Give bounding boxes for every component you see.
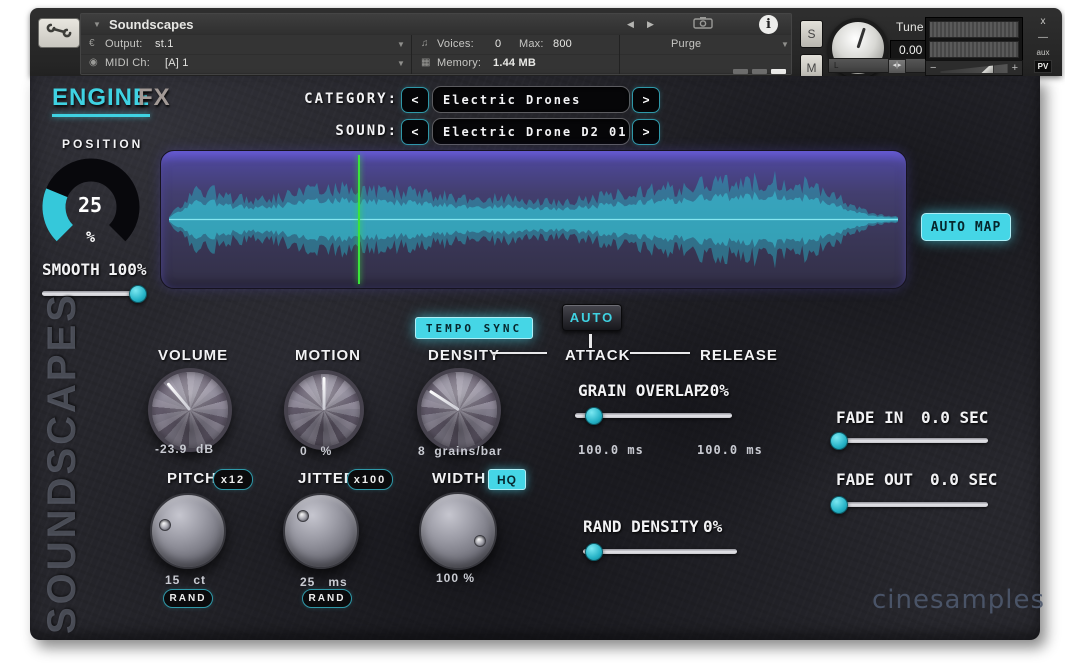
sound-prev-button[interactable]: < (401, 119, 429, 145)
width-knob-label: WIDTH (432, 470, 486, 487)
motion-knob-pointer (323, 377, 326, 410)
motion-value: 0 % (300, 444, 332, 458)
release-label: RELEASE (700, 347, 778, 364)
fade-in-value: 0.0 SEC (921, 408, 988, 427)
category-next-button[interactable]: > (632, 87, 660, 113)
pitch-range-badge[interactable]: x12 (213, 469, 253, 490)
volume-knob-label: VOLUME (158, 347, 228, 364)
tab-engine[interactable]: ENGINE (52, 84, 150, 117)
volume-knob[interactable] (148, 368, 232, 452)
auto-tick (589, 334, 592, 348)
sound-label: SOUND: (250, 123, 398, 139)
fade-out-slider[interactable] (836, 502, 988, 507)
soundscapes-window: ▼ Soundscapes ◀ ▶ € Output: st.1 ▼ ♫ Voi… (0, 0, 1065, 663)
hq-toggle-badge[interactable]: HQ (488, 469, 526, 490)
width-value: 100 % (436, 571, 475, 585)
grain-overlap-handle[interactable] (585, 407, 603, 425)
fade-out-value: 0.0 SEC (930, 470, 997, 489)
fade-in-label: FADE IN (836, 408, 903, 427)
density-knob-pointer (429, 390, 460, 412)
rand-density-slider[interactable] (583, 549, 737, 554)
waveform-display[interactable] (160, 150, 907, 289)
side-brand-text: SOUNDSCAPES (40, 322, 85, 634)
grain-overlap-slider[interactable] (575, 413, 732, 418)
width-knob[interactable] (419, 492, 497, 570)
attack-value: 100.0 ms (578, 443, 644, 457)
position-value: 25 (78, 193, 102, 217)
motion-knob-label: MOTION (295, 347, 361, 364)
volume-value: -23.9 dB (155, 442, 214, 456)
fade-out-label: FADE OUT (836, 470, 913, 489)
category-dropdown[interactable]: Electric Drones (432, 86, 630, 113)
tempo-sync-button[interactable]: TEMPO SYNC (415, 317, 533, 339)
pitch-knob[interactable] (150, 493, 226, 569)
fade-in-handle[interactable] (830, 432, 848, 450)
position-unit: % (86, 228, 95, 246)
pitch-value: 15 ct (165, 573, 206, 587)
density-attack-line (492, 352, 547, 354)
volume-knob-pointer (166, 382, 191, 411)
pitch-knob-label: PITCH (167, 470, 217, 487)
jitter-rand-button[interactable]: RAND (302, 589, 352, 608)
density-knob[interactable] (417, 368, 501, 452)
cinesamples-logo: cinesamples (872, 585, 1045, 615)
fade-out-handle[interactable] (830, 496, 848, 514)
density-value: 8 grains/bar (418, 444, 502, 458)
rand-density-label: RAND DENSITY (583, 517, 699, 536)
pitch-rand-button[interactable]: RAND (163, 589, 213, 608)
auto-map-button[interactable]: AUTO MAP (921, 213, 1011, 241)
jitter-value: 25 ms (300, 575, 348, 589)
fade-in-slider[interactable] (836, 438, 988, 443)
motion-knob[interactable] (284, 370, 364, 450)
attack-label: ATTACK (565, 347, 630, 364)
position-label: POSITION (62, 137, 143, 151)
rand-density-value: 0% (703, 517, 722, 536)
rand-density-handle[interactable] (585, 543, 603, 561)
grain-overlap-label: GRAIN OVERLAP (578, 381, 703, 400)
auto-attack-button[interactable]: AUTO (562, 304, 622, 331)
smooth-value: 100% (108, 260, 147, 279)
release-value: 100.0 ms (697, 443, 763, 457)
sound-next-button[interactable]: > (632, 119, 660, 145)
category-label: CATEGORY: (250, 91, 398, 107)
playhead-line[interactable] (358, 155, 360, 284)
smooth-label: SMOOTH (42, 260, 100, 279)
tab-fx[interactable]: FX (138, 84, 171, 112)
jitter-knob-dot (297, 510, 309, 522)
waveform-svg (161, 151, 906, 288)
tab-engine-underline (52, 114, 150, 117)
sound-dropdown[interactable]: Electric Drone D2 01 (432, 118, 630, 145)
width-knob-dot (474, 535, 486, 547)
density-knob-label: DENSITY (428, 347, 500, 364)
smooth-slider-handle[interactable] (129, 285, 147, 303)
pitch-knob-dot (159, 519, 171, 531)
jitter-knob[interactable] (283, 493, 359, 569)
category-prev-button[interactable]: < (401, 87, 429, 113)
attack-release-line (630, 352, 690, 354)
grain-overlap-value: 20% (700, 381, 729, 400)
jitter-range-badge[interactable]: x100 (347, 469, 393, 490)
